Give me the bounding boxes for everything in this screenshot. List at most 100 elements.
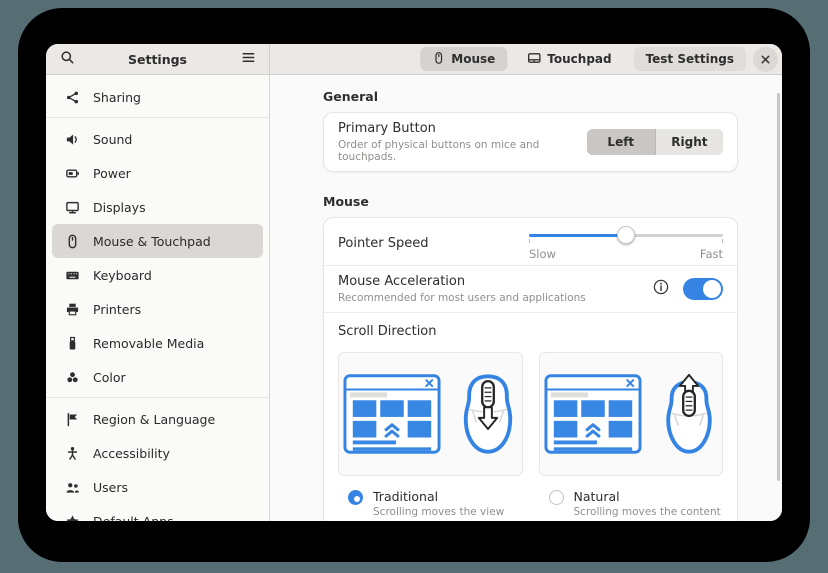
primary-button-subtitle: Order of physical buttons on mice and to… (338, 139, 587, 163)
main-content: General Primary Button Order of physical… (270, 75, 782, 521)
traditional-label: Traditional (373, 489, 504, 504)
sidebar-item-default-apps[interactable]: Default Apps (52, 504, 263, 521)
slider-tick-min (529, 239, 530, 243)
hamburger-menu-icon (241, 50, 256, 69)
sidebar-item-keyboard[interactable]: Keyboard (52, 258, 263, 292)
search-button[interactable] (55, 47, 79, 71)
sidebar-item-accessibility[interactable]: Accessibility (52, 436, 263, 470)
keyboard-icon (64, 267, 80, 283)
tab-touchpad[interactable]: Touchpad (515, 47, 623, 71)
natural-label: Natural (574, 489, 721, 504)
natural-illustration (539, 352, 724, 476)
sidebar-separator (46, 397, 269, 398)
flag-icon (64, 411, 80, 427)
sidebar-item-label: Accessibility (93, 446, 170, 461)
natural-subtitle: Scrolling moves the content (574, 506, 721, 518)
primary-button-segmented: Left Right (587, 129, 723, 155)
sidebar-item-label: Color (93, 370, 126, 385)
device-tabs: Mouse Touchpad (420, 47, 623, 71)
traditional-subtitle: Scrolling moves the view (373, 506, 504, 518)
mouse-acceleration-title: Mouse Acceleration (338, 274, 586, 289)
scroll-option-traditional[interactable]: Traditional Scrolling moves the view (338, 489, 523, 518)
scroll-direction-row: Scroll Direction (324, 313, 737, 521)
content-header: Mouse Touchpad Test Settings (270, 44, 782, 74)
mouse-acceleration-row: Mouse Acceleration Recommended for most … (324, 266, 737, 312)
sidebar-item-label: Sound (93, 132, 132, 147)
sidebar-item-label: Default Apps (93, 514, 174, 522)
mouse-tab-label: Mouse (451, 52, 495, 66)
close-button[interactable] (753, 47, 778, 72)
color-icon (64, 369, 80, 385)
main-menu-button[interactable] (236, 47, 260, 71)
primary-right-button[interactable]: Right (655, 129, 723, 155)
traditional-radio[interactable] (348, 490, 363, 505)
share-icon (64, 89, 80, 105)
printer-icon (64, 301, 80, 317)
sidebar-item-label: Mouse & Touchpad (93, 234, 211, 249)
sidebar-item-removable-media[interactable]: Removable Media (52, 326, 263, 360)
sidebar-item-region-language[interactable]: Region & Language (52, 402, 263, 436)
scroll-direction-title: Scroll Direction (338, 324, 723, 339)
window-scroll-graphic (343, 373, 441, 455)
natural-radio[interactable] (549, 490, 564, 505)
sidebar-item-label: Keyboard (93, 268, 152, 283)
pointer-speed-title: Pointer Speed (338, 236, 429, 251)
general-card: Primary Button Order of physical buttons… (323, 112, 738, 172)
sidebar-item-sound[interactable]: Sound (52, 122, 263, 156)
battery-icon (64, 165, 80, 181)
slider-max-label: Fast (700, 247, 723, 261)
close-icon (760, 50, 771, 69)
mouse-card: Pointer Speed Slow Fast (323, 217, 738, 521)
sidebar-item-label: Sharing (93, 90, 141, 105)
sidebar-item-printers[interactable]: Printers (52, 292, 263, 326)
sidebar-item-label: Users (93, 480, 128, 495)
traditional-illustration (338, 352, 523, 476)
mouse-scroll-up-graphic (660, 373, 718, 455)
test-settings-button[interactable]: Test Settings (634, 47, 746, 71)
mouse-tab-icon (432, 51, 445, 68)
info-icon[interactable] (653, 279, 669, 299)
slider-fill (529, 234, 626, 237)
sidebar-item-label: Removable Media (93, 336, 204, 351)
sidebar-item-sharing[interactable]: Sharing (52, 80, 263, 114)
window-scroll-graphic (544, 373, 642, 455)
test-settings-label: Test Settings (646, 52, 734, 66)
star-icon (64, 513, 80, 521)
slider-handle[interactable] (617, 226, 635, 244)
primary-left-button[interactable]: Left (587, 129, 655, 155)
sidebar-header: Settings (46, 44, 270, 74)
slider-tick-max (722, 239, 723, 243)
content-scrollbar[interactable] (777, 93, 780, 481)
display-icon (64, 199, 80, 215)
sidebar-item-mouse-touchpad[interactable]: Mouse & Touchpad (52, 224, 263, 258)
sidebar-item-label: Region & Language (93, 412, 215, 427)
sidebar-item-label: Displays (93, 200, 146, 215)
pointer-speed-slider[interactable] (529, 226, 723, 245)
window-title: Settings (79, 52, 236, 67)
accessibility-icon (64, 445, 80, 461)
tab-mouse[interactable]: Mouse (420, 47, 507, 71)
mouse-scroll-down-graphic (459, 373, 517, 455)
sidebar-item-label: Power (93, 166, 131, 181)
settings-window: Settings Mouse Touchpad (46, 44, 782, 521)
sidebar-item-color[interactable]: Color (52, 360, 263, 394)
scroll-option-natural[interactable]: Natural Scrolling moves the content (539, 489, 724, 518)
header-right-controls: Test Settings (634, 47, 782, 72)
speaker-icon (64, 131, 80, 147)
search-icon (60, 50, 75, 69)
sidebar-item-power[interactable]: Power (52, 156, 263, 190)
mouse-acceleration-subtitle: Recommended for most users and applicati… (338, 292, 586, 304)
sidebar-item-users[interactable]: Users (52, 470, 263, 504)
mouse-acceleration-switch[interactable] (683, 278, 723, 300)
touchpad-tab-label: Touchpad (547, 52, 611, 66)
slider-min-label: Slow (529, 247, 556, 261)
usb-icon (64, 335, 80, 351)
primary-button-row: Primary Button Order of physical buttons… (324, 113, 737, 171)
general-heading: General (323, 89, 738, 104)
mouse-heading: Mouse (323, 194, 738, 209)
sidebar: Sharing Sound Power Displays Mouse & Tou… (46, 75, 270, 521)
sidebar-item-displays[interactable]: Displays (52, 190, 263, 224)
pointer-speed-row: Pointer Speed Slow Fast (324, 218, 737, 265)
primary-button-title: Primary Button (338, 121, 587, 136)
header-bar: Settings Mouse Touchpad (46, 44, 782, 75)
